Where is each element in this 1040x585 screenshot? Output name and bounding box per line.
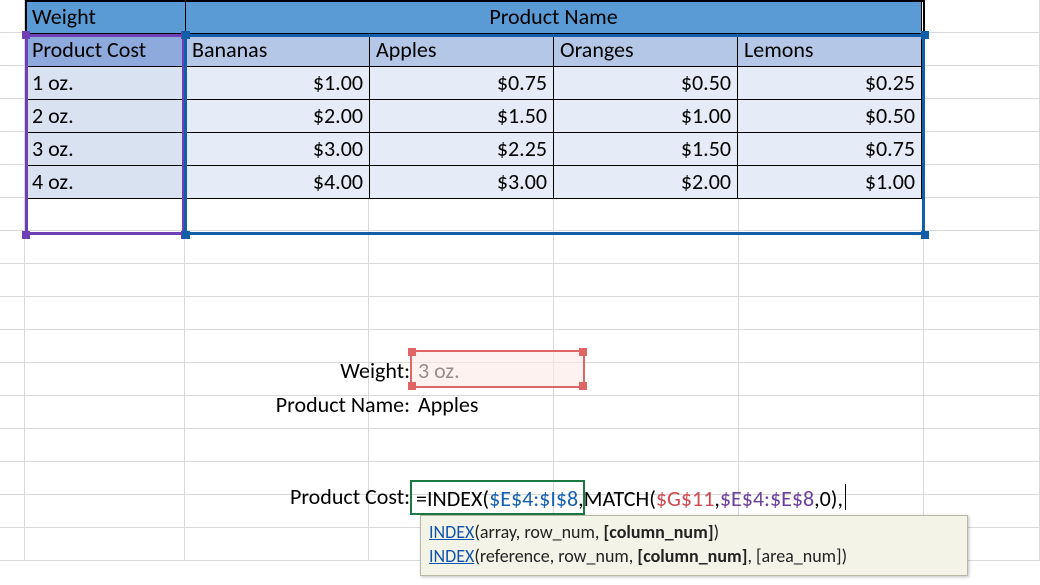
cell[interactable]: $1.00 <box>554 100 738 133</box>
formula-text: $E$4:$E$8 <box>720 485 814 512</box>
text-caret <box>845 484 846 510</box>
formula-text: = <box>416 485 427 512</box>
cost-lookup-label[interactable]: Product Cost: <box>185 483 414 510</box>
table-header-row: Weight Product Name <box>26 1 922 34</box>
row-label[interactable]: 2 oz. <box>26 100 186 133</box>
table-row: 4 oz. $4.00 $3.00 $2.00 $1.00 <box>26 166 922 199</box>
tooltip-text: ) <box>714 521 719 543</box>
col-header[interactable]: Bananas <box>186 34 370 67</box>
active-cell-formula[interactable]: =INDEX($E$4:$I$8,MATCH($G$11,$E$4:$E$8,0… <box>410 480 585 515</box>
cell[interactable]: $2.25 <box>370 133 554 166</box>
tooltip-index-link[interactable]: INDEX <box>429 545 474 567</box>
spreadsheet-sheet[interactable]: // lightweight grid painter (kept inline… <box>0 0 1040 585</box>
cell[interactable]: $0.25 <box>738 67 922 100</box>
weight-header[interactable]: Weight <box>26 1 186 34</box>
product-cost-table[interactable]: Weight Product Name Product Cost Bananas… <box>25 0 922 199</box>
cell[interactable]: $1.50 <box>370 100 554 133</box>
table-subheader-row: Product Cost Bananas Apples Oranges Lemo… <box>26 34 922 67</box>
formula-text: $E$4:$I$8 <box>489 485 578 512</box>
cell[interactable]: $0.75 <box>370 67 554 100</box>
tooltip-current-arg: [column_num] <box>637 545 747 567</box>
formula-text: , <box>837 485 843 512</box>
product-lookup-value[interactable]: Apples <box>414 391 478 418</box>
cost-lookup-row: Product Cost: <box>185 480 414 513</box>
cell[interactable]: $1.00 <box>186 67 370 100</box>
product-cost-header[interactable]: Product Cost <box>26 34 186 67</box>
weight-lookup-row: Weight: 3 oz. <box>185 354 460 387</box>
product-lookup-label[interactable]: Product Name: <box>185 391 414 418</box>
cell[interactable]: $4.00 <box>186 166 370 199</box>
tooltip-current-arg: [column_num] <box>603 521 713 543</box>
cell[interactable]: $0.50 <box>738 100 922 133</box>
row-label[interactable]: 3 oz. <box>26 133 186 166</box>
cell[interactable]: $1.50 <box>554 133 738 166</box>
formula-text: MATCH <box>584 485 650 512</box>
product-name-header[interactable]: Product Name <box>186 1 922 34</box>
tooltip-line: INDEX(array, row_num, [column_num]) <box>429 520 959 544</box>
tooltip-line: INDEX(reference, row_num, [column_num], … <box>429 544 959 568</box>
cell[interactable]: $0.50 <box>554 67 738 100</box>
table-row: 3 oz. $3.00 $2.25 $1.50 $0.75 <box>26 133 922 166</box>
weight-lookup-label[interactable]: Weight: <box>185 357 414 384</box>
cell[interactable]: $2.00 <box>186 100 370 133</box>
table-row: 2 oz. $2.00 $1.50 $1.00 $0.50 <box>26 100 922 133</box>
tooltip-text: , [area_num]) <box>747 545 847 567</box>
row-label[interactable]: 1 oz. <box>26 67 186 100</box>
col-header[interactable]: Oranges <box>554 34 738 67</box>
weight-lookup-value[interactable]: 3 oz. <box>414 357 460 384</box>
tooltip-text: (reference, row_num, <box>474 545 637 567</box>
formula-text: 0 <box>820 485 831 512</box>
function-tooltip: INDEX(array, row_num, [column_num]) INDE… <box>420 515 968 576</box>
col-header[interactable]: Apples <box>370 34 554 67</box>
formula-text: ( <box>649 485 656 512</box>
cell[interactable]: $1.00 <box>738 166 922 199</box>
tooltip-index-link[interactable]: INDEX <box>429 521 474 543</box>
cell[interactable]: $3.00 <box>186 133 370 166</box>
formula-text: $G$11 <box>656 485 714 512</box>
cell[interactable]: $0.75 <box>738 133 922 166</box>
row-label[interactable]: 4 oz. <box>26 166 186 199</box>
formula-text: INDEX <box>427 485 482 512</box>
cell[interactable]: $3.00 <box>370 166 554 199</box>
product-lookup-row: Product Name: Apples <box>185 388 478 421</box>
cell[interactable]: $2.00 <box>554 166 738 199</box>
table-row: 1 oz. $1.00 $0.75 $0.50 $0.25 <box>26 67 922 100</box>
col-header[interactable]: Lemons <box>738 34 922 67</box>
tooltip-text: (array, row_num, <box>474 521 603 543</box>
